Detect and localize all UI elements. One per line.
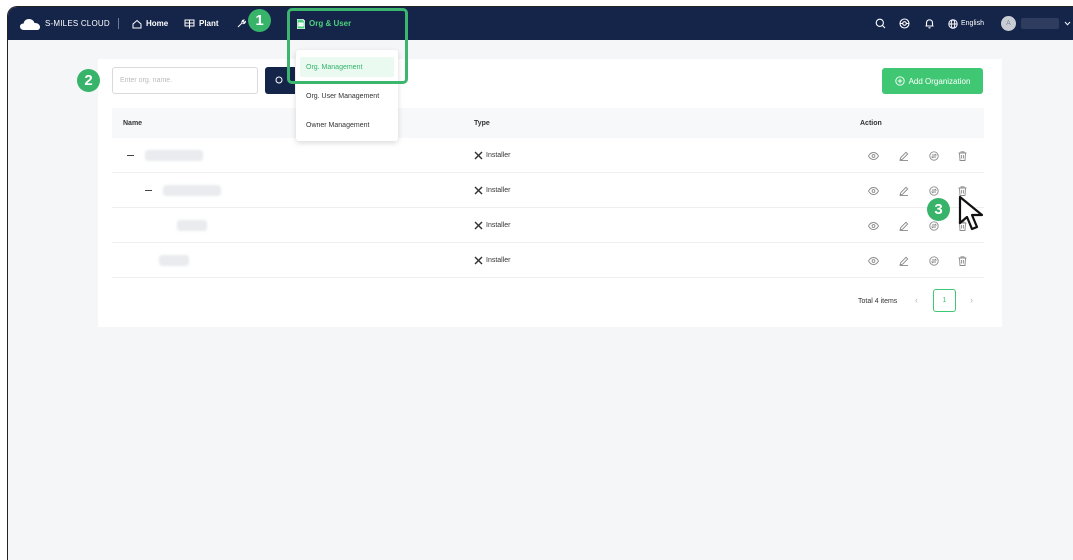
prev-page-button[interactable]: ‹ xyxy=(915,295,918,305)
annotation-highlight-box xyxy=(287,8,408,84)
type-cell: Installer xyxy=(474,173,511,208)
add-organization-button[interactable]: Add Organization xyxy=(882,68,983,94)
brand-name: S-MILES CLOUD xyxy=(45,19,110,28)
nav-separator xyxy=(118,18,119,29)
delete-button[interactable] xyxy=(956,254,969,267)
nav-plant[interactable]: Plant xyxy=(184,7,219,40)
transfer-icon xyxy=(928,185,939,196)
eye-icon xyxy=(868,221,879,230)
home-icon xyxy=(132,19,142,28)
pencil-icon xyxy=(898,151,908,161)
type-label: Installer xyxy=(486,152,511,159)
trash-icon xyxy=(958,185,967,196)
type-cell: Installer xyxy=(474,138,511,173)
language-label: English xyxy=(961,20,984,27)
transfer-icon xyxy=(928,150,939,161)
search-placeholder: Enter org. name. xyxy=(120,77,173,84)
table-row[interactable]: Installer xyxy=(112,243,984,278)
search-nav-button[interactable] xyxy=(875,7,886,40)
pagination-total: Total 4 items xyxy=(858,297,898,305)
annotation-badge-1: 1 xyxy=(248,9,271,32)
search-button-icon xyxy=(275,76,283,84)
table-header: Name Type Action xyxy=(112,108,984,138)
transfer-button[interactable] xyxy=(927,149,940,162)
search-icon xyxy=(875,18,886,29)
eye-icon xyxy=(868,186,879,195)
annotation-badge-2: 2 xyxy=(77,69,100,92)
user-name-redacted xyxy=(1021,18,1059,29)
avatar: A xyxy=(1001,16,1016,31)
trash-icon xyxy=(958,255,967,266)
pencil-icon xyxy=(898,221,908,231)
type-label: Installer xyxy=(486,257,511,264)
org-name-redacted xyxy=(145,150,203,161)
eye-icon xyxy=(868,256,879,265)
plus-circle-icon xyxy=(894,76,905,86)
pencil-icon xyxy=(898,186,908,196)
org-name-redacted xyxy=(177,220,207,231)
top-navbar: S-MILES CLOUD Home Plant Org & User Engl… xyxy=(8,7,1073,40)
page-number-current[interactable]: 1 xyxy=(933,289,956,312)
notifications-button[interactable] xyxy=(924,7,935,40)
edit-button[interactable] xyxy=(897,219,910,232)
table-row[interactable]: Installer xyxy=(112,138,984,173)
tools-icon xyxy=(474,151,483,160)
support-icon xyxy=(899,18,910,29)
globe-icon xyxy=(948,18,958,29)
tree-collapse-icon[interactable] xyxy=(127,155,134,156)
view-button[interactable] xyxy=(867,184,880,197)
nav-home[interactable]: Home xyxy=(132,7,168,40)
trash-icon xyxy=(958,150,967,161)
user-menu[interactable]: A xyxy=(1001,7,1071,40)
header-type: Type xyxy=(474,119,490,127)
support-nav-button[interactable] xyxy=(899,7,910,40)
type-label: Installer xyxy=(486,187,511,194)
chevron-down-icon xyxy=(1064,21,1071,26)
pencil-icon xyxy=(898,256,908,266)
bell-icon xyxy=(925,19,934,29)
menu-item-owner-management[interactable]: Owner Management xyxy=(300,115,394,135)
brand-logo[interactable]: S-MILES CLOUD xyxy=(20,7,110,40)
header-action: Action xyxy=(860,119,882,127)
language-selector[interactable]: English xyxy=(948,7,984,40)
nav-home-label: Home xyxy=(146,19,169,28)
cloud-logo-icon xyxy=(20,18,40,30)
table-row[interactable]: Installer xyxy=(112,208,984,243)
app-window: S-MILES CLOUD Home Plant Org & User Engl… xyxy=(7,6,1073,560)
header-name: Name xyxy=(123,119,143,127)
transfer-icon xyxy=(928,220,939,231)
view-button[interactable] xyxy=(867,149,880,162)
view-button[interactable] xyxy=(867,219,880,232)
tools-icon xyxy=(474,186,483,195)
mouse-cursor-icon xyxy=(958,195,984,231)
menu-item-org-user-management[interactable]: Org. User Management xyxy=(300,86,394,106)
tree-collapse-icon[interactable] xyxy=(145,190,152,191)
view-button[interactable] xyxy=(867,254,880,267)
type-label: Installer xyxy=(486,222,511,229)
edit-button[interactable] xyxy=(897,254,910,267)
transfer-button[interactable] xyxy=(927,254,940,267)
type-cell: Installer xyxy=(474,208,511,243)
transfer-button[interactable] xyxy=(927,184,940,197)
delete-button[interactable] xyxy=(956,149,969,162)
nav-tools[interactable] xyxy=(236,7,246,40)
edit-button[interactable] xyxy=(897,149,910,162)
transfer-icon xyxy=(928,255,939,266)
tools-icon xyxy=(474,221,483,230)
type-cell: Installer xyxy=(474,243,511,278)
edit-button[interactable] xyxy=(897,184,910,197)
next-page-button[interactable]: › xyxy=(970,295,973,305)
org-name-search-input[interactable]: Enter org. name. xyxy=(112,67,258,94)
add-organization-label: Add Organization xyxy=(908,76,971,86)
table-row[interactable]: Installer xyxy=(112,173,984,208)
nav-plant-label: Plant xyxy=(199,19,219,28)
eye-icon xyxy=(868,151,879,160)
tools-icon xyxy=(474,256,483,265)
plant-icon xyxy=(184,19,195,28)
wrench-icon xyxy=(237,18,246,27)
org-name-redacted xyxy=(163,185,221,196)
annotation-badge-3: 3 xyxy=(927,198,950,221)
org-name-redacted xyxy=(159,255,189,266)
